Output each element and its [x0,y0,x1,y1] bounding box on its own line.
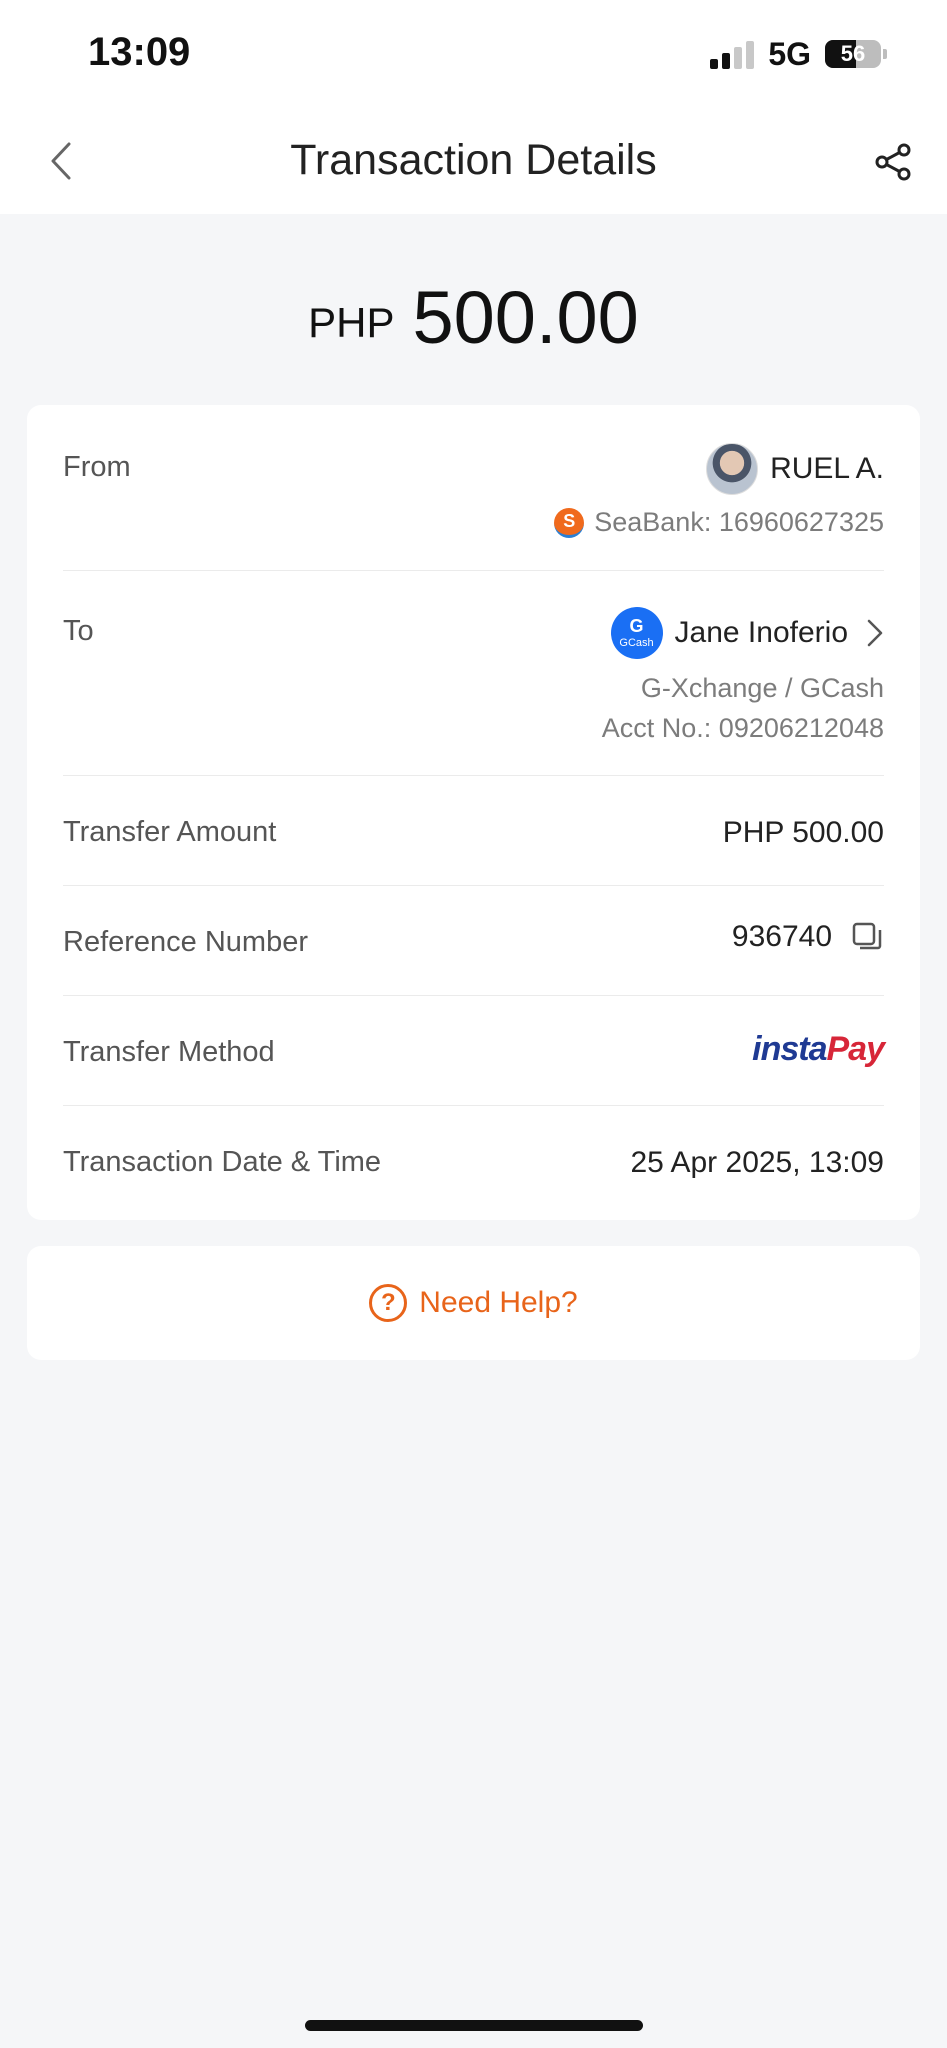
from-row: From RUEL A. S SeaBank: 16960627325 [63,443,884,563]
page-title: Transaction Details [290,136,657,184]
network-type: 5G [768,35,811,72]
instapay-logo-part2: Pay [826,1030,885,1068]
reference-number-value: 936740 [731,920,832,953]
chevron-right-icon [867,619,883,647]
transfer-amount-label: Transfer Amount [63,816,277,848]
amount-value: 500.00 [412,276,639,359]
to-label: To [63,615,94,647]
share-icon [875,143,911,181]
copy-icon [852,922,882,950]
battery-tip [883,49,887,59]
date-time-row: Transaction Date & Time 25 Apr 2025, 13:… [63,1140,884,1190]
divider [63,995,884,996]
sender-name: RUEL A. [770,452,884,485]
top-bar: Transaction Details [0,108,947,214]
seabank-logo-icon: S [554,507,585,538]
gcash-logo-letter: G [629,616,644,636]
divider [63,885,884,886]
recipient-name: Jane Inoferio [674,616,848,649]
battery-percent: 56 [840,41,866,66]
status-indicators: 5G 56 [710,34,887,74]
reference-number-label: Reference Number [63,926,308,958]
recipient-account: Acct No.: 09206212048 [601,713,884,743]
home-indicator [305,2020,643,2031]
need-help-label: Need Help? [419,1286,578,1319]
need-help-button[interactable]: ? Need Help? [27,1246,920,1360]
help-icon: ? [369,1284,408,1322]
battery-icon: 56 [825,40,881,68]
gcash-logo-icon: G GCash [610,607,663,659]
to-row: To G GCash Jane Inoferio G-Xchange / GCa… [63,607,884,767]
date-time-value: 25 Apr 2025, 13:09 [630,1146,884,1179]
status-time: 13:09 [88,30,191,74]
instapay-logo-part1: insta [752,1030,827,1068]
sender-account: SeaBank: 16960627325 [594,507,884,537]
share-button[interactable] [867,136,919,188]
recipient-link[interactable]: G GCash Jane Inoferio [610,607,884,659]
transfer-amount-value: PHP 500.00 [722,816,884,849]
transfer-amount-row: Transfer Amount PHP 500.00 [63,810,884,860]
date-time-label: Transaction Date & Time [63,1146,382,1178]
transfer-method-row: Transfer Method instaPay [63,1030,885,1080]
recipient-provider: G-Xchange / GCash [640,673,884,703]
instapay-logo: instaPay [752,1030,885,1069]
sender-avatar [706,443,759,495]
transfer-method-label: Transfer Method [63,1036,275,1068]
status-bar: 13:09 5G 56 [0,0,947,108]
divider [63,570,884,571]
amount-currency: PHP [308,299,395,346]
copy-button[interactable] [850,920,884,954]
details-card: From RUEL A. S SeaBank: 16960627325 To G… [27,405,920,1220]
transaction-amount: PHP 500.00 [0,275,947,360]
divider [63,1105,884,1106]
signal-icon [710,39,755,69]
from-label: From [63,451,131,483]
divider [63,775,884,776]
reference-number-row: Reference Number 936740 [63,920,884,970]
gcash-logo-caption: GCash [619,637,654,649]
